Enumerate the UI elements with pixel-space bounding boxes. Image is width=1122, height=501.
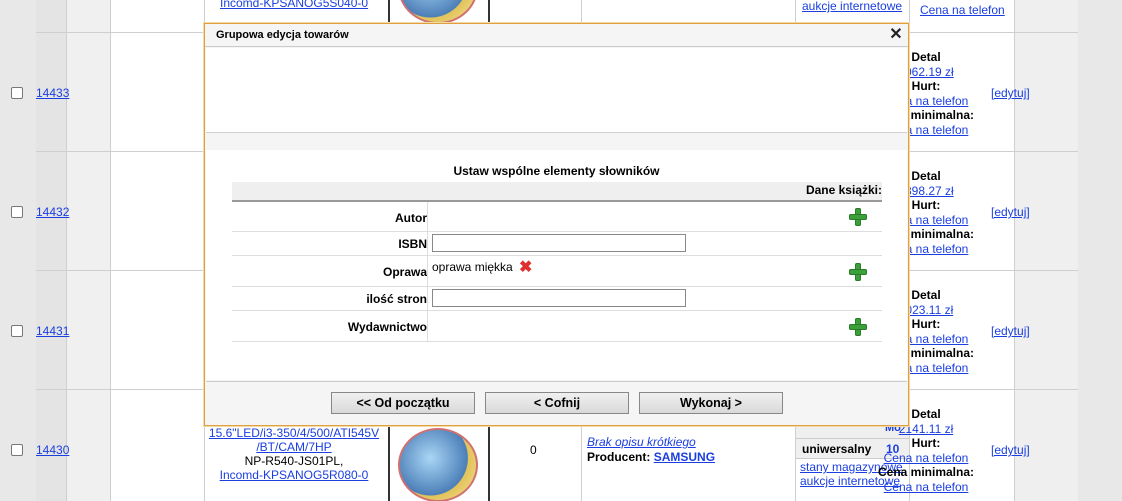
price-label: Hurt: <box>911 79 941 93</box>
section-title: Ustaw wspólne elementy słowników <box>453 164 660 178</box>
column-divider <box>427 256 428 286</box>
page-count-input[interactable] <box>432 289 686 307</box>
producer-link[interactable]: SAMSUNG <box>654 450 715 464</box>
price-label: Detal <box>911 288 941 302</box>
product-image <box>398 428 478 501</box>
column-divider <box>427 311 428 341</box>
price-value-link[interactable]: Cena na telefon <box>884 480 969 494</box>
product-spec-link[interactable]: /BT/CAM/7HP <box>256 440 331 454</box>
row-id-link[interactable]: 14432 <box>36 205 69 219</box>
form-row-strony: ilość stron <box>232 287 882 311</box>
start-over-button[interactable]: << Od początku <box>331 392 475 414</box>
producer-line: Producent: SAMSUNG <box>587 450 715 464</box>
add-icon[interactable] <box>848 262 868 282</box>
close-icon[interactable]: ✕ <box>888 27 904 43</box>
table-column-bg <box>67 0 110 501</box>
row-checkbox[interactable] <box>11 206 23 218</box>
edit-link[interactable]: [edytuj] <box>991 205 1030 219</box>
row-id-link[interactable]: 14431 <box>36 324 69 338</box>
field-label: Autor <box>395 211 427 225</box>
form-row-oprawa: Oprawa oprawa miękka ✖ <box>232 256 882 287</box>
edit-link[interactable]: [edytuj] <box>991 324 1030 338</box>
back-button[interactable]: < Cofnij <box>485 392 629 414</box>
dialog-info-pane <box>206 48 907 133</box>
column-divider <box>427 232 428 255</box>
product-spec: 15.6"LED/i3-350/4/500/ATI545V /BT/CAM/7H… <box>206 426 382 482</box>
field-label: Wydawnictwo <box>347 320 427 334</box>
column-divider <box>427 287 428 310</box>
price-label: Detal <box>911 407 941 421</box>
row-checkbox[interactable] <box>11 87 23 99</box>
short-description-link[interactable]: Brak opisu krótkiego <box>587 435 696 449</box>
price-link[interactable]: Cena na telefon <box>920 3 1005 17</box>
price-value-link[interactable]: Cena na telefon <box>884 451 969 465</box>
field-label: Oprawa <box>382 265 427 279</box>
column-divider <box>66 0 67 501</box>
price-label: Cena minimalna: <box>877 465 975 479</box>
field-label: ilość stron <box>366 292 427 306</box>
dialog-header: Grupowa edycja towarów ✕ <box>205 24 908 47</box>
bulk-edit-dialog: Grupowa edycja towarów ✕ Ustaw wspólne e… <box>204 23 909 426</box>
form-row-autor: Autor <box>232 202 882 232</box>
edit-link[interactable]: [edytuj] <box>991 443 1030 457</box>
form-subheader: Dane książki: <box>232 182 882 202</box>
form-row-isbn: ISBN <box>232 232 882 256</box>
remove-icon[interactable]: ✖ <box>519 260 532 276</box>
column-divider <box>427 202 428 231</box>
producer-label: Producent: <box>587 450 651 464</box>
execute-button[interactable]: Wykonaj > <box>639 392 783 414</box>
row-id-link[interactable]: 14430 <box>36 443 69 457</box>
price-label: Detal <box>911 50 941 64</box>
row-checkbox[interactable] <box>11 444 23 456</box>
product-thumbnail[interactable] <box>388 0 490 22</box>
model-code-link[interactable]: Incomd-KPSANOG5R080-0 <box>220 468 369 482</box>
table-column-bg <box>1015 0 1078 501</box>
row-checkbox[interactable] <box>11 325 23 337</box>
add-icon[interactable] <box>848 207 868 227</box>
dictionary-form: Dane książki: Autor ISBN Oprawa oprawa m… <box>232 182 882 342</box>
price-label: Hurt: <box>911 436 941 450</box>
product-code: NP-R540-JS01PL, <box>244 454 344 468</box>
auction-link[interactable]: aukcje internetowe <box>802 0 902 13</box>
binding-value: oprawa miękka <box>432 260 513 274</box>
warehouse-label: uniwersalny <box>802 442 872 456</box>
dialog-body: Ustaw wspólne elementy słowników Dane ks… <box>206 150 907 380</box>
product-spec-link[interactable]: 15.6"LED/i3-350/4/500/ATI545V <box>209 426 379 440</box>
column-divider <box>1014 0 1015 501</box>
field-label: ISBN <box>398 237 427 251</box>
column-divider <box>110 0 111 501</box>
row-id-link[interactable]: 14433 <box>36 86 69 100</box>
model-code-link[interactable]: Incomd-KPSANOG5S040-0 <box>220 0 368 10</box>
product-image <box>398 0 478 22</box>
table-column-bg <box>36 0 66 501</box>
form-row-wydawnictwo: Wydawnictwo <box>232 311 882 342</box>
price-label: Hurt: <box>911 317 941 331</box>
product-thumbnail[interactable] <box>388 424 490 501</box>
dialog-title: Grupowa edycja towarów <box>216 29 349 41</box>
edit-link[interactable]: [edytuj] <box>991 86 1030 100</box>
isbn-input[interactable] <box>432 234 686 252</box>
price-label: Detal <box>911 169 941 183</box>
add-icon[interactable] <box>848 317 868 337</box>
price-label: Hurt: <box>911 198 941 212</box>
dialog-footer: << Od początku < Cofnij Wykonaj > <box>206 381 907 425</box>
quantity-value: 0 <box>530 443 537 457</box>
